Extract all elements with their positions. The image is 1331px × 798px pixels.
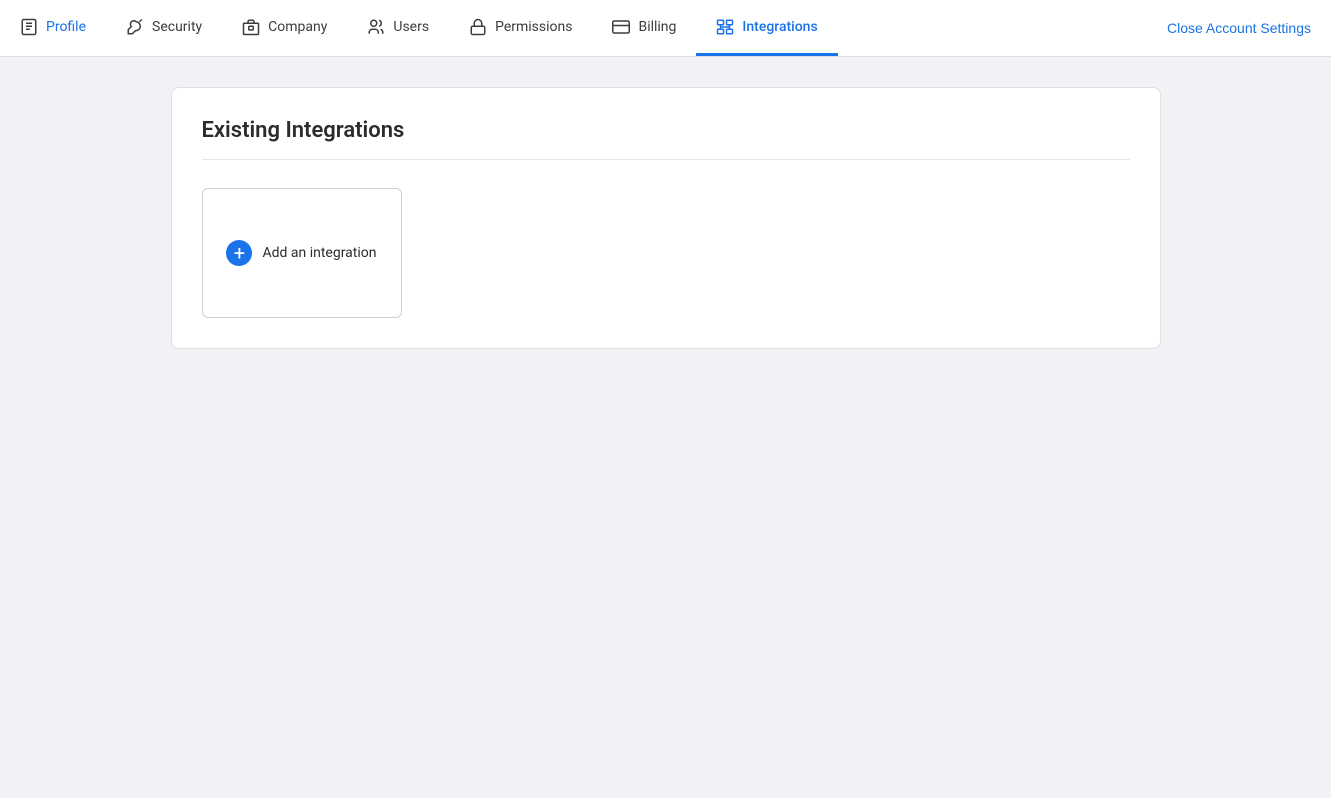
nav-label-company: Company [268, 19, 327, 35]
profile-icon [20, 18, 38, 36]
nav-item-users[interactable]: Users [347, 0, 449, 56]
close-account-settings-button[interactable]: Close Account Settings [1147, 0, 1331, 56]
billing-icon [612, 18, 630, 36]
nav-label-users: Users [393, 19, 429, 35]
nav-label-permissions: Permissions [495, 19, 572, 35]
nav-item-integrations[interactable]: Integrations [696, 0, 837, 56]
main-content: Existing Integrations + Add an integrati… [0, 57, 1331, 379]
add-integration-card[interactable]: + Add an integration [202, 188, 402, 318]
integrations-grid: + Add an integration [202, 180, 1130, 318]
nav-item-profile[interactable]: Profile [0, 0, 106, 56]
security-icon [126, 18, 144, 36]
nav-item-security[interactable]: Security [106, 0, 222, 56]
integrations-card: Existing Integrations + Add an integrati… [171, 87, 1161, 349]
integrations-icon [716, 18, 734, 36]
nav-label-billing: Billing [638, 19, 676, 35]
company-icon [242, 18, 260, 36]
nav-item-billing[interactable]: Billing [592, 0, 696, 56]
users-icon [367, 18, 385, 36]
nav-label-integrations: Integrations [742, 19, 817, 35]
nav-label-profile: Profile [46, 19, 86, 35]
permissions-icon [469, 18, 487, 36]
card-title: Existing Integrations [202, 118, 1130, 160]
top-nav: Profile Security Company [0, 0, 1331, 57]
add-integration-icon: + [226, 240, 252, 266]
add-integration-label: Add an integration [262, 245, 376, 261]
nav-item-company[interactable]: Company [222, 0, 347, 56]
nav-label-security: Security [152, 19, 202, 35]
nav-item-permissions[interactable]: Permissions [449, 0, 592, 56]
